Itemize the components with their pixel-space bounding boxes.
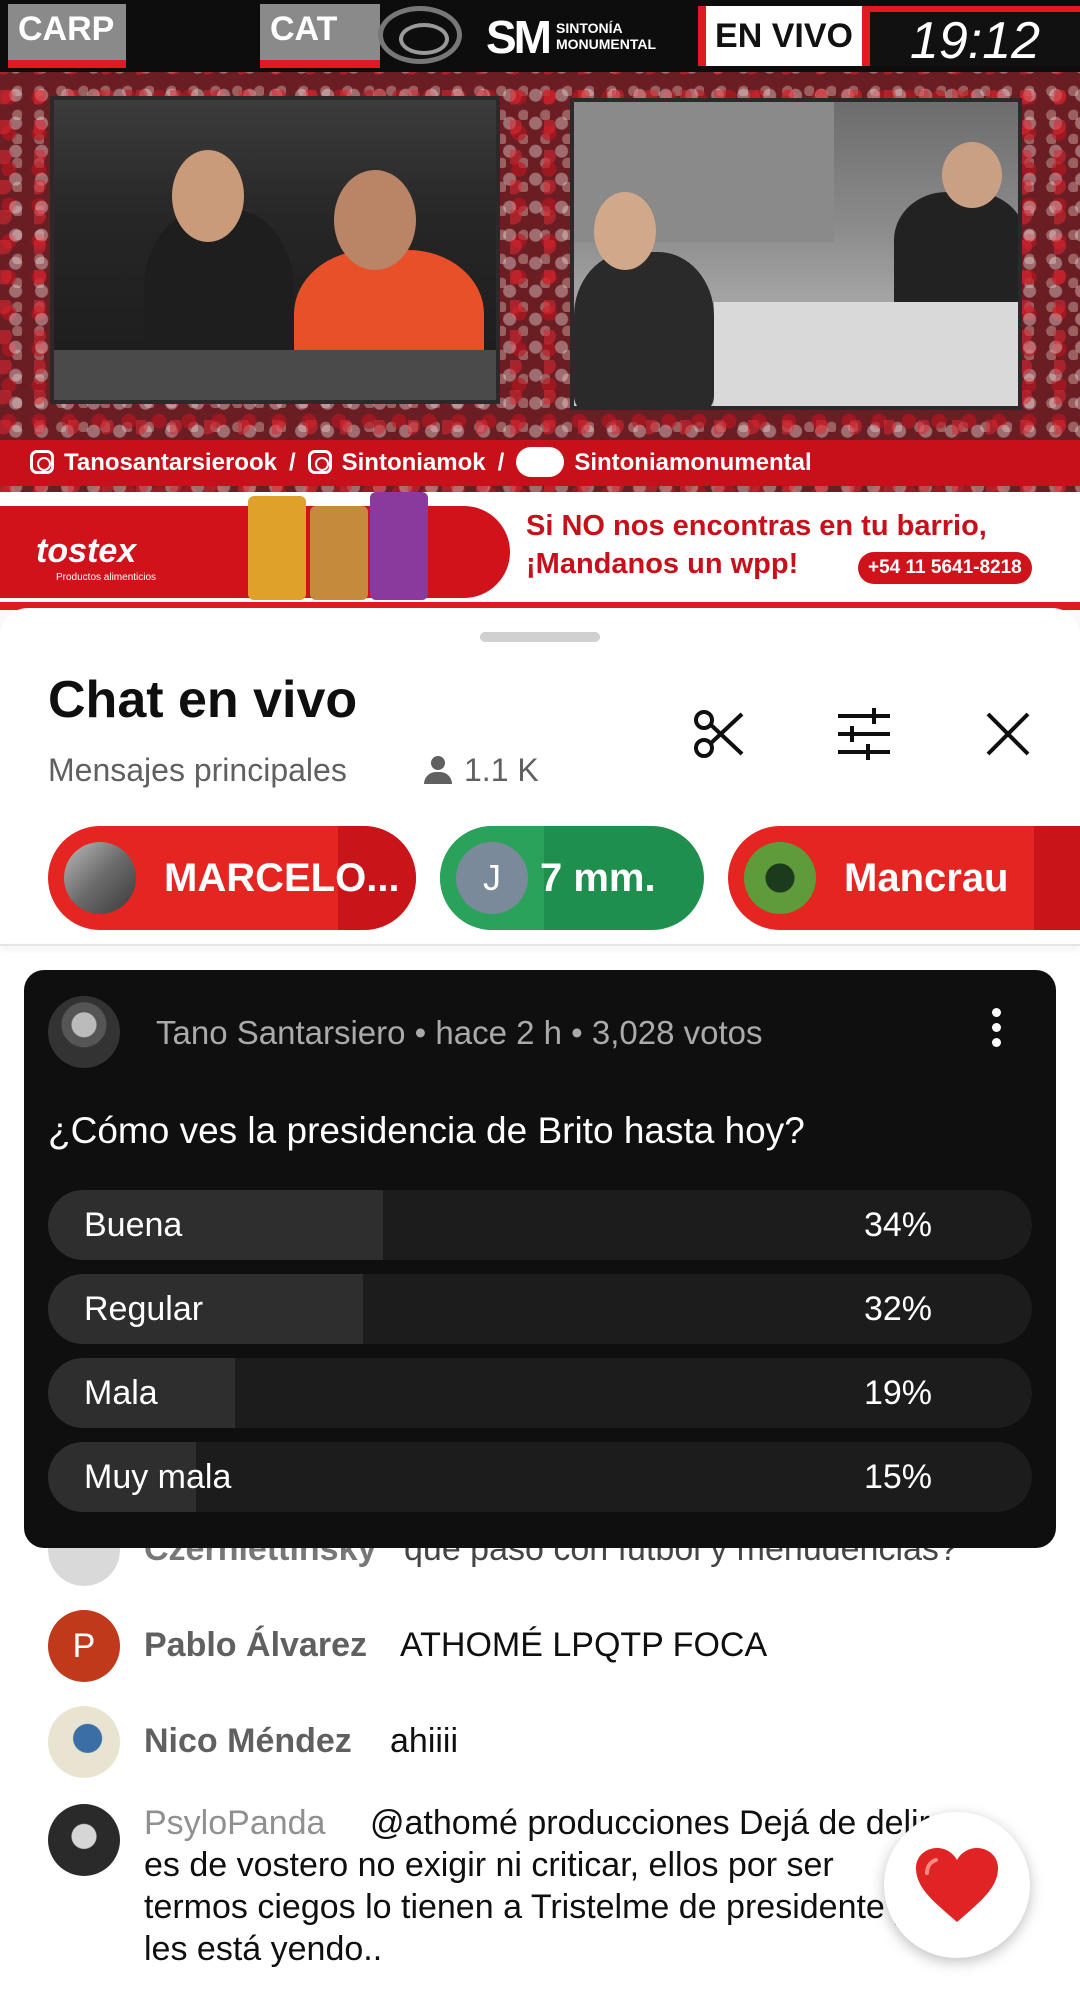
- poll-option[interactable]: Mala 19%: [48, 1358, 1032, 1428]
- poll-option[interactable]: Buena 34%: [48, 1190, 1032, 1260]
- close-icon[interactable]: [976, 702, 1040, 766]
- header-divider: [0, 944, 1080, 946]
- chat-mode-selector[interactable]: Mensajes principales: [48, 752, 347, 789]
- chip-label: Mancrau: [844, 855, 1009, 900]
- avatar: [64, 842, 136, 914]
- social-handshake: Sintoniamonumental: [574, 449, 812, 476]
- host-left-head: [172, 150, 244, 242]
- guest-right-head: [942, 142, 1002, 208]
- message-author[interactable]: Pablo Álvarez: [144, 1626, 367, 1665]
- poll-option-label: Muy mala: [84, 1458, 232, 1496]
- tune-icon[interactable]: [832, 702, 896, 766]
- video-player[interactable]: CARP CAT SM SINTONÍA MONUMENTAL EN VIVO …: [0, 0, 1080, 610]
- station-name-line2: MONUMENTAL: [556, 36, 657, 52]
- ad-banner: tostex Productos alimenticios Si NO nos …: [0, 492, 1080, 610]
- chat-message[interactable]: Nico Méndez ahiiii: [48, 1706, 1048, 1778]
- studio-desk: [714, 302, 1018, 406]
- avatar: J: [456, 842, 528, 914]
- ad-brand-logo: tostex: [36, 532, 137, 570]
- super-chat-chip[interactable]: J 7 mm.: [440, 826, 704, 930]
- poll-option-label: Buena: [84, 1206, 183, 1244]
- instagram-icon: [307, 450, 332, 474]
- more-vert-icon[interactable]: [986, 1002, 1006, 1062]
- broadcast-top-bar: CARP CAT SM SINTONÍA MONUMENTAL EN VIVO …: [0, 0, 1080, 72]
- ad-phone: +54 11 5641-8218: [858, 552, 1032, 584]
- message-text: ATHOMÉ LPQTP FOCA: [400, 1626, 768, 1664]
- instagram-icon: [30, 450, 54, 474]
- like-button[interactable]: [884, 1812, 1030, 1958]
- ad-text-line2: ¡Mandanos un wpp!: [526, 548, 799, 580]
- snack-bag-picante: [370, 492, 428, 600]
- social-instagram-1: Tanosantarsierook: [64, 449, 277, 476]
- poll-option-label: Regular: [84, 1290, 204, 1328]
- social-bar: Tanosantarsierook / Sintoniamok / Sintoniamo…: [0, 440, 1080, 486]
- clock: 19:12: [870, 6, 1080, 70]
- poll-question: ¿Cómo ves la presidencia de Brito hasta …: [48, 1110, 805, 1151]
- camera-feed-right: [570, 98, 1022, 410]
- separator: /: [288, 449, 296, 476]
- avatar: [744, 842, 816, 914]
- poll-option-label: Mala: [84, 1374, 158, 1412]
- poll-option-percent: 19%: [863, 1374, 932, 1412]
- poll-option[interactable]: Regular 32%: [48, 1274, 1032, 1344]
- snack-bag-cheddar: [248, 496, 306, 600]
- chat-message[interactable]: P Pablo Álvarez ATHOMÉ LPQTP FOCA: [48, 1610, 1048, 1682]
- tag-cat: CAT: [260, 4, 380, 68]
- snack-bag-original: [310, 506, 368, 600]
- camera-feed-left: [50, 96, 500, 404]
- screen: CARP CAT SM SINTONÍA MONUMENTAL EN VIVO …: [0, 0, 1080, 2000]
- message-text-line: es de vostero no exigir ni criticar, ell…: [144, 1846, 834, 1884]
- message-text: ahiiii: [390, 1722, 459, 1760]
- heart-icon: [916, 1848, 998, 1922]
- separator: /: [497, 449, 505, 476]
- avatar: [48, 1706, 120, 1778]
- avatar: [48, 996, 120, 1068]
- scissors-icon[interactable]: [688, 702, 752, 766]
- stadium-icon: [378, 6, 462, 64]
- guest-right-body: [894, 192, 1018, 312]
- avatar: [48, 1804, 120, 1876]
- guest-left-body: [574, 252, 714, 406]
- poll-option-percent: 32%: [863, 1290, 932, 1328]
- tag-carp: CARP: [8, 4, 126, 68]
- chip-tail: [1034, 826, 1080, 930]
- ad-brand-sub: Productos alimenticios: [56, 572, 157, 583]
- chat-title: Chat en vivo: [48, 671, 358, 729]
- handshake-icon: [516, 447, 565, 477]
- station-name-line1: SINTONÍA: [556, 20, 623, 36]
- scissors-icon-svg: [694, 710, 744, 758]
- poll-card: Tano Santarsiero • hace 2 h • 3,028 voto…: [24, 970, 1056, 1548]
- social-instagram-2: Sintoniamok: [341, 449, 486, 476]
- message-author[interactable]: PsyloPanda: [144, 1804, 325, 1843]
- message-text-line: termos ciegos lo tienen a Tristelme de p…: [144, 1888, 967, 1926]
- avatar: P: [48, 1610, 120, 1682]
- tune-icon-svg: [838, 708, 890, 760]
- message-text-line: les está yendo..: [144, 1930, 383, 1968]
- guest-left-head: [594, 192, 656, 270]
- super-chat-chip[interactable]: Mancrau: [728, 826, 1080, 930]
- chip-label: 7 mm.: [540, 855, 656, 900]
- live-badge: EN VIVO: [698, 6, 870, 66]
- station-name: SINTONÍA MONUMENTAL: [556, 20, 656, 52]
- message-author[interactable]: Nico Méndez: [144, 1722, 352, 1761]
- station-logo: SM: [486, 11, 552, 63]
- drag-handle[interactable]: [480, 632, 600, 642]
- poll-meta: Tano Santarsiero • hace 2 h • 3,028 voto…: [156, 1014, 763, 1051]
- poll-option-percent: 15%: [863, 1458, 932, 1496]
- message-text-line: @athomé producciones Dejá de delirar: [370, 1804, 961, 1842]
- poll-option[interactable]: Muy mala 15%: [48, 1442, 1032, 1512]
- host-right-head: [334, 170, 416, 270]
- close-icon-svg: [986, 712, 1030, 756]
- poll-option-percent: 34%: [863, 1206, 932, 1244]
- super-chat-chip[interactable]: MARCELO...: [48, 826, 416, 930]
- chip-label: MARCELO...: [164, 855, 400, 900]
- person-icon: [424, 756, 452, 786]
- viewer-count: 1.1 K: [464, 752, 539, 788]
- desk: [54, 350, 496, 400]
- super-chat-chips: MARCELO... J 7 mm. Mancrau: [0, 816, 1080, 930]
- ad-text-line1: Si NO nos encontras en tu barrio,: [526, 510, 987, 542]
